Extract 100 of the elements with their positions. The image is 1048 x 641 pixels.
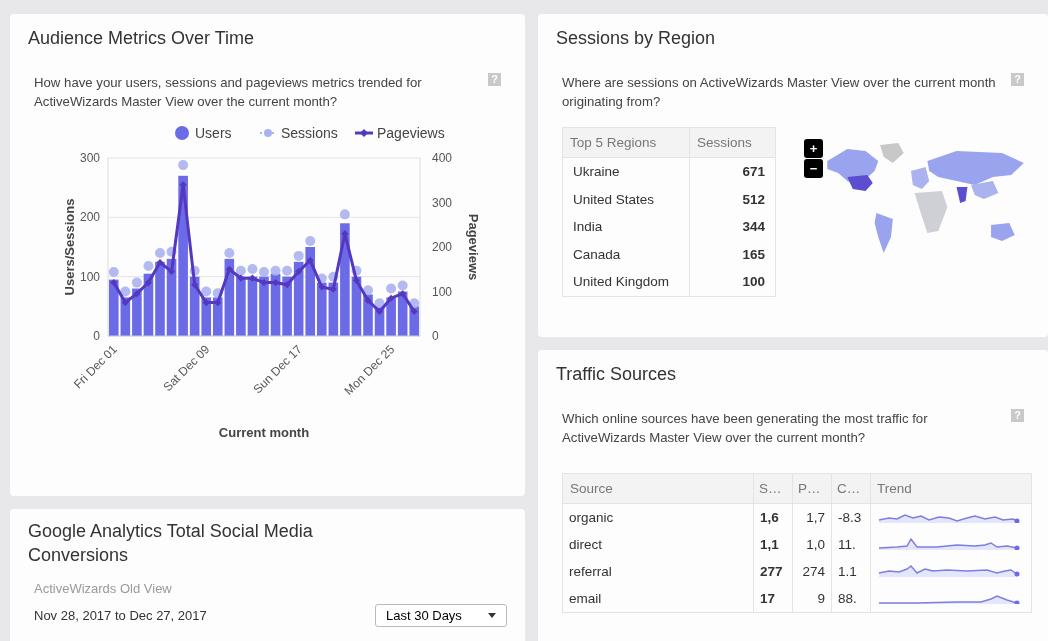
card-question: Where are sessions on ActiveWizards Master View over the current month originating from? xyxy=(562,74,997,111)
sessions-point xyxy=(108,266,119,277)
table-cell: 277 xyxy=(753,558,793,585)
users-bar xyxy=(259,276,269,336)
card-title: Audience Metrics Over Time xyxy=(28,28,256,49)
y-axis-tick-label: 100 xyxy=(432,284,453,299)
users-bar xyxy=(386,297,396,336)
column-header: P… xyxy=(792,473,832,504)
sessions-cell: 165 xyxy=(689,240,776,268)
x-axis-tick-label: Sun Dec 17 xyxy=(250,342,305,397)
pageviews-point xyxy=(399,290,407,298)
pageviews-point xyxy=(272,279,280,287)
y-axis-title: Pageviews xyxy=(466,213,481,281)
table-cell: 1,6 xyxy=(753,503,793,531)
sessions-point xyxy=(155,247,165,258)
sessions-point xyxy=(339,209,350,220)
pageviews-point xyxy=(364,296,372,304)
region-cell: Ukraine xyxy=(562,157,690,186)
sessions-point xyxy=(374,298,385,309)
pageviews-point xyxy=(121,299,129,307)
zoom-in-button[interactable]: + xyxy=(804,139,823,158)
users-bar xyxy=(270,273,281,336)
sessions-cell: 671 xyxy=(689,157,776,186)
users-bar xyxy=(282,276,292,336)
region-cell: Canada xyxy=(562,240,690,268)
pageviews-point xyxy=(387,294,395,302)
table-cell: 274 xyxy=(792,558,832,585)
sessions-point xyxy=(178,160,189,171)
card-title: Google Analytics Total Social Media Conversions xyxy=(28,520,314,567)
sessions-point xyxy=(282,265,293,276)
pageviews-point xyxy=(283,281,291,289)
users-bar xyxy=(247,276,258,336)
legend-label[interactable]: Users xyxy=(195,125,232,141)
y-axis-tick-label: 0 xyxy=(432,329,439,343)
sessions-point xyxy=(363,285,373,296)
sessions-point xyxy=(235,265,246,276)
y-axis-tick-label: 0 xyxy=(93,329,100,343)
legend-marker-icon xyxy=(175,126,189,140)
period-dropdown[interactable]: Last 30 Days xyxy=(375,604,507,627)
y-axis-tick-label: 200 xyxy=(432,240,453,254)
column-header: S… xyxy=(753,473,793,504)
sessions-point xyxy=(316,273,327,284)
x-axis-title: Current month xyxy=(218,425,310,440)
sessions-point xyxy=(293,250,304,261)
legend-marker-icon xyxy=(355,129,373,137)
pageviews-point xyxy=(352,276,360,284)
column-header: Trend xyxy=(870,473,1032,504)
sessions-point xyxy=(189,265,200,276)
table-cell: 11. xyxy=(831,531,871,558)
sessions-point xyxy=(397,280,408,291)
pageviews-point xyxy=(214,299,222,307)
pageviews-point xyxy=(191,281,199,289)
users-bar xyxy=(363,294,373,336)
sessions-point xyxy=(351,265,362,276)
sessions-point xyxy=(247,263,258,274)
column-header: Sessions xyxy=(689,127,776,158)
y-axis-tick-label: 200 xyxy=(79,210,100,225)
region-cell: United Kingdom xyxy=(562,268,690,296)
region-cell: United States xyxy=(562,185,690,213)
pageviews-point xyxy=(410,308,418,316)
pageviews-point xyxy=(295,267,303,275)
table-cell: 88. xyxy=(831,585,871,613)
source-cell: direct xyxy=(562,531,754,558)
sessions-cell: 344 xyxy=(689,213,776,241)
users-bar xyxy=(143,273,154,336)
legend-marker-icon xyxy=(259,129,277,137)
legend-label[interactable]: Sessions xyxy=(281,125,338,141)
column-header: C… xyxy=(831,473,871,504)
x-axis-tick-label: Sat Dec 09 xyxy=(160,342,213,395)
pageviews-point xyxy=(144,279,152,287)
x-axis-tick-label: Mon Dec 25 xyxy=(341,342,398,398)
pageviews-point xyxy=(110,279,118,287)
pageviews-point xyxy=(306,256,314,264)
users-bar xyxy=(132,288,142,336)
users-bar xyxy=(317,282,327,336)
sessions-point xyxy=(166,246,177,257)
source-cell: referral xyxy=(562,558,754,585)
pageviews-point xyxy=(329,285,337,293)
table-cell: 17 xyxy=(753,585,793,613)
pageviews-point xyxy=(133,290,141,298)
view-name: ActiveWizards Old View xyxy=(33,581,173,596)
source-cell: email xyxy=(562,585,754,613)
sessions-point xyxy=(201,286,212,297)
y-axis-title: Users/Sessions xyxy=(62,198,77,296)
column-header: Source xyxy=(562,473,754,504)
column-header: Top 5 Regions xyxy=(562,127,690,158)
table-cell: 1,0 xyxy=(792,531,832,558)
sessions-point xyxy=(212,288,223,299)
y-axis-tick-label: 300 xyxy=(79,151,100,165)
pageviews-point xyxy=(168,267,176,275)
legend-label[interactable]: Pageviews xyxy=(377,125,445,141)
region-cell: India xyxy=(562,213,690,241)
pageviews-point xyxy=(225,265,233,273)
pageviews-point xyxy=(341,230,349,238)
card-title: Traffic Sources xyxy=(556,364,678,385)
sessions-cell: 100 xyxy=(689,268,776,296)
zoom-out-button[interactable]: − xyxy=(804,159,823,178)
table-cell: 1,1 xyxy=(753,531,793,558)
sessions-point xyxy=(386,283,397,294)
pageviews-point xyxy=(156,259,164,267)
